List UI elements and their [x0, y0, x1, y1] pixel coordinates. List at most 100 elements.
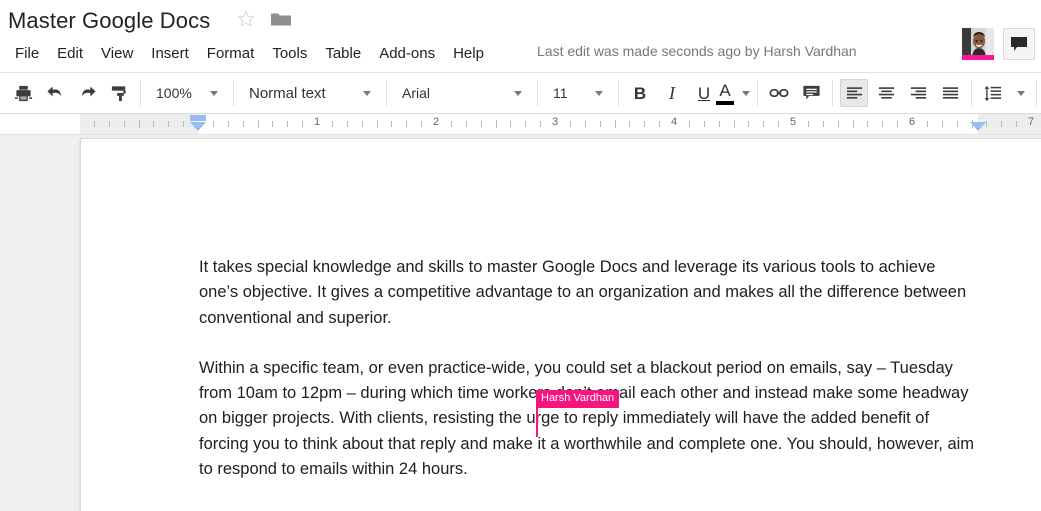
print-button[interactable]: [9, 79, 37, 107]
toolbar-group-style: Normal text: [234, 73, 386, 113]
insert-comment-button[interactable]: [797, 79, 825, 107]
document-canvas[interactable]: It takes special knowledge and skills to…: [0, 135, 1041, 511]
toolbar-group-font: Arial: [387, 73, 537, 113]
menu-item-file[interactable]: File: [6, 42, 48, 65]
font-size-select[interactable]: 11: [545, 79, 611, 107]
font-family-select[interactable]: Arial: [394, 79, 530, 107]
align-center-button[interactable]: [872, 79, 900, 107]
ruler-tick: [942, 121, 943, 127]
comment-bubble-icon: [1011, 37, 1027, 51]
left-indent-triangle: [190, 122, 206, 131]
ruler-tick: [853, 120, 854, 128]
avatar[interactable]: [962, 28, 994, 60]
paragraph-2[interactable]: Within a specific team, or even practice…: [199, 356, 979, 482]
menu-item-format[interactable]: Format: [198, 42, 264, 65]
align-right-button[interactable]: [904, 79, 932, 107]
menu-item-insert[interactable]: Insert: [142, 42, 198, 65]
ruler-tick: [347, 121, 348, 127]
page-title[interactable]: Master Google Docs: [8, 8, 210, 34]
ruler-number: 7: [1027, 116, 1035, 128]
ruler-tick: [986, 121, 987, 127]
paint-format-button[interactable]: [105, 79, 133, 107]
undo-button[interactable]: [41, 79, 69, 107]
text-color-icon: A: [716, 79, 734, 107]
comments-button[interactable]: [1003, 28, 1035, 60]
zoom-select[interactable]: 100%: [148, 79, 226, 107]
ruler-track: 1 2 3 4 5 6 7: [0, 114, 1041, 134]
ruler-tick: [957, 121, 958, 127]
paint-format-icon: [111, 85, 126, 101]
ruler-tick: [362, 121, 363, 127]
ruler-number: 2: [432, 116, 440, 128]
ruler-tick: [748, 121, 749, 127]
underline-button[interactable]: U: [690, 79, 718, 107]
ruler-tick: [391, 121, 392, 127]
menu-item-addons[interactable]: Add-ons: [370, 42, 444, 65]
ruler-tick: [644, 121, 645, 127]
italic-button[interactable]: I: [658, 79, 686, 107]
ruler-number: 5: [789, 116, 797, 128]
ruler-tick: [183, 121, 184, 127]
ruler-tick: [168, 121, 169, 127]
toolbar-group-doc-actions: [2, 73, 140, 113]
menu-item-table[interactable]: Table: [316, 42, 370, 65]
ruler-tick: [496, 120, 497, 128]
ruler-tick: [377, 120, 378, 128]
ruler[interactable]: 1 2 3 4 5 6 7: [0, 114, 1041, 135]
toolbar-group-zoom: 100%: [141, 73, 233, 113]
chevron-down-icon: [514, 90, 522, 96]
paragraph-1[interactable]: It takes special knowledge and skills to…: [199, 255, 979, 331]
document-page[interactable]: It takes special knowledge and skills to…: [80, 138, 1041, 511]
menu-item-edit[interactable]: Edit: [48, 42, 92, 65]
ruler-tick: [927, 121, 928, 127]
line-spacing-button[interactable]: [979, 79, 1007, 107]
ruler-tick: [124, 121, 125, 127]
align-justify-icon: [942, 87, 958, 99]
chevron-down-icon: [742, 90, 750, 96]
ruler-tick: [689, 121, 690, 127]
ruler-tick: [1001, 121, 1002, 127]
bold-button[interactable]: B: [626, 79, 654, 107]
collaborator-name-label: Harsh Vardhan: [536, 390, 620, 408]
ruler-tick: [258, 120, 259, 128]
menu-item-help[interactable]: Help: [444, 42, 493, 65]
ruler-tick: [451, 121, 452, 127]
ruler-tick: [332, 121, 333, 127]
ruler-tick: [808, 121, 809, 127]
menu-item-tools[interactable]: Tools: [263, 42, 316, 65]
document-text-body[interactable]: It takes special knowledge and skills to…: [199, 255, 979, 482]
folder-icon[interactable]: [270, 10, 292, 33]
redo-button[interactable]: [73, 79, 101, 107]
toolbar-group-line-spacing: [972, 73, 1036, 113]
right-indent-marker[interactable]: [970, 122, 986, 131]
last-edit-status[interactable]: Last edit was made seconds ago by Harsh …: [537, 43, 857, 59]
paragraph-style-value: Normal text: [249, 84, 326, 102]
redo-icon: [81, 86, 96, 96]
ruler-tick: [406, 121, 407, 127]
app-header: Master Google Docs File Edit View Insert…: [0, 0, 1041, 72]
ruler-tick: [139, 120, 140, 128]
font-size-value: 11: [553, 85, 568, 101]
ruler-tick: [600, 121, 601, 127]
paragraph-style-select[interactable]: Normal text: [241, 79, 379, 107]
ruler-tick: [659, 121, 660, 127]
toolbar-group-more: More: [1037, 73, 1041, 113]
insert-comment-icon: [802, 85, 820, 100]
ruler-number: 3: [551, 116, 559, 128]
ruler-tick: [615, 120, 616, 128]
star-icon[interactable]: [236, 9, 256, 34]
chevron-down-icon: [1017, 90, 1025, 96]
ruler-tick: [243, 121, 244, 127]
ruler-tick: [228, 121, 229, 127]
formatting-toolbar: 100% Normal text Arial 11 B I U A: [0, 72, 1041, 114]
italic-label: I: [669, 83, 675, 103]
align-justify-button[interactable]: [936, 79, 964, 107]
menu-item-view[interactable]: View: [92, 42, 142, 65]
align-left-button[interactable]: [840, 79, 868, 107]
ruler-tick: [585, 121, 586, 127]
insert-link-button[interactable]: [765, 79, 793, 107]
ruler-number: 4: [670, 116, 678, 128]
ruler-tick: [823, 121, 824, 127]
text-color-button[interactable]: A: [716, 79, 750, 107]
toolbar-group-insert: [758, 73, 832, 113]
